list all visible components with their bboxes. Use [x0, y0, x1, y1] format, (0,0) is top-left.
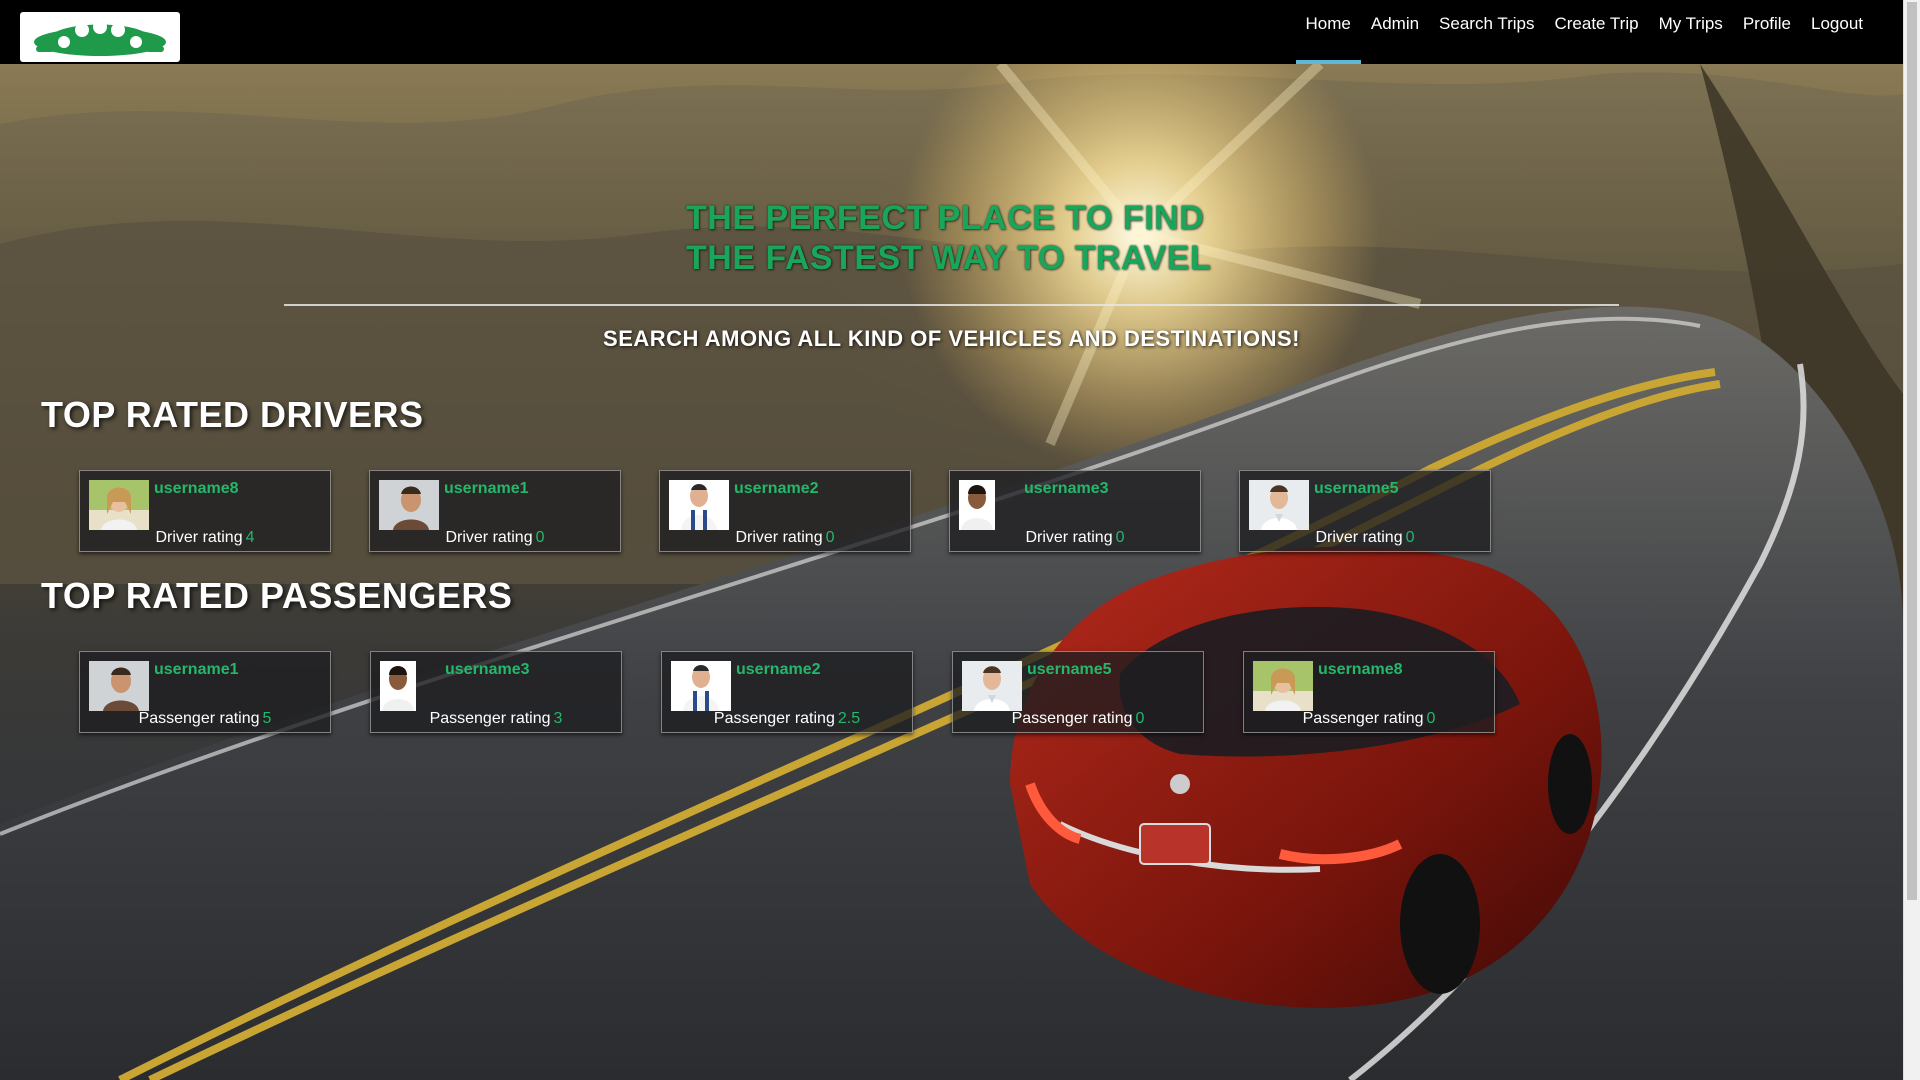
- driver-card[interactable]: username2 Driver rating 0: [659, 470, 911, 552]
- passenger-username[interactable]: username3: [445, 661, 530, 679]
- driver-rating: Driver rating 0: [735, 529, 835, 546]
- drivers-section-title: TOP RATED DRIVERS: [41, 394, 424, 435]
- passenger-username[interactable]: username8: [1318, 661, 1403, 679]
- drivers-card-row: username8 Driver rating 4 username1 Drive…: [0, 470, 1903, 552]
- passengers-section-title: TOP RATED PASSENGERS: [41, 575, 513, 616]
- main-nav: Home Admin Search Trips Create Trip My T…: [1295, 0, 1874, 64]
- navbar: Home Admin Search Trips Create Trip My T…: [0, 0, 1903, 64]
- page-scrollbar[interactable]: [1903, 0, 1920, 1080]
- woman-avatar: [1253, 661, 1313, 711]
- page: Home Admin Search Trips Create Trip My T…: [0, 0, 1920, 1080]
- site-logo[interactable]: [20, 12, 180, 62]
- driver-username[interactable]: username8: [154, 480, 239, 498]
- worker-avatar: [671, 661, 731, 711]
- man-shirt-avatar: [962, 661, 1022, 711]
- nav-admin[interactable]: Admin: [1361, 0, 1429, 64]
- passenger-card[interactable]: username3 Passenger rating 3: [370, 651, 622, 733]
- passenger-rating: Passenger rating 0: [1011, 710, 1145, 727]
- passengers-card-row: username1 Passenger rating 5 username3 Pa…: [0, 651, 1903, 733]
- passenger-rating: Passenger rating 3: [429, 710, 563, 727]
- young-man-avatar: [959, 480, 1019, 530]
- passenger-card[interactable]: username5 Passenger rating 0: [952, 651, 1204, 733]
- nav-profile[interactable]: Profile: [1733, 0, 1801, 64]
- nav-my-trips[interactable]: My Trips: [1649, 0, 1733, 64]
- hero-subtitle: SEARCH AMONG ALL KIND OF VEHICLES AND DE…: [603, 326, 1300, 351]
- driver-username[interactable]: username3: [1024, 480, 1109, 498]
- worker-avatar: [669, 480, 729, 530]
- man-shirt-avatar: [1249, 480, 1309, 530]
- driver-card[interactable]: username3 Driver rating 0: [949, 470, 1201, 552]
- driver-rating: Driver rating 4: [155, 529, 255, 546]
- young-man-avatar: [380, 661, 440, 711]
- passenger-card[interactable]: username2 Passenger rating 2.5: [661, 651, 913, 733]
- hero-divider: [284, 304, 1619, 306]
- passenger-rating: Passenger rating 0: [1302, 710, 1436, 727]
- driver-card[interactable]: username5 Driver rating 0: [1239, 470, 1491, 552]
- nav-create-trip[interactable]: Create Trip: [1544, 0, 1648, 64]
- woman-avatar: [89, 480, 149, 530]
- car-logo-icon: [34, 20, 166, 56]
- nav-logout[interactable]: Logout: [1801, 0, 1873, 64]
- driver-username[interactable]: username2: [734, 480, 819, 498]
- hero-title-line-2: THE FASTEST WAY TO TRAVEL: [686, 239, 1212, 277]
- passenger-card[interactable]: username1 Passenger rating 5: [79, 651, 331, 733]
- driver-username[interactable]: username1: [444, 480, 529, 498]
- man-avatar: [89, 661, 149, 711]
- man-avatar: [379, 480, 439, 530]
- passenger-card[interactable]: username8 Passenger rating 0: [1243, 651, 1495, 733]
- driver-rating: Driver rating 0: [1315, 529, 1415, 546]
- passenger-username[interactable]: username1: [154, 661, 239, 679]
- driver-username[interactable]: username5: [1314, 480, 1399, 498]
- driver-card[interactable]: username8 Driver rating 4: [79, 470, 331, 552]
- scrollbar-thumb[interactable]: [1907, 2, 1917, 900]
- driver-rating: Driver rating 0: [445, 529, 545, 546]
- passenger-username[interactable]: username2: [736, 661, 821, 679]
- driver-card[interactable]: username1 Driver rating 0: [369, 470, 621, 552]
- hero-title-line-1: THE PERFECT PLACE TO FIND: [686, 199, 1205, 237]
- passenger-rating: Passenger rating 2.5: [713, 710, 861, 727]
- nav-search-trips[interactable]: Search Trips: [1429, 0, 1544, 64]
- driver-rating: Driver rating 0: [1025, 529, 1125, 546]
- hero-title: THE PERFECT PLACE TO FIND THE FASTEST WA…: [686, 198, 1211, 278]
- nav-home[interactable]: Home: [1295, 0, 1362, 64]
- passenger-username[interactable]: username5: [1027, 661, 1112, 679]
- car-illustration: [1010, 546, 1602, 1008]
- passenger-rating: Passenger rating 5: [138, 710, 272, 727]
